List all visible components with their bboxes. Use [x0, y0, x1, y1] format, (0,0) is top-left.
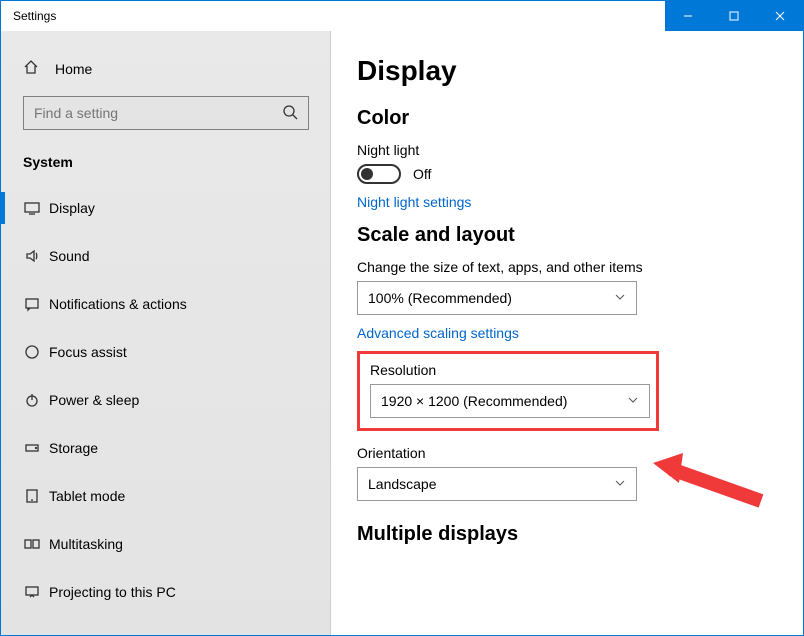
night-light-toggle[interactable]	[357, 164, 401, 184]
resolution-dropdown[interactable]: 1920 × 1200 (Recommended)	[370, 384, 650, 418]
resolution-value: 1920 × 1200 (Recommended)	[381, 393, 567, 409]
orientation-value: Landscape	[368, 476, 437, 492]
night-light-label: Night light	[357, 142, 783, 158]
section-multiple: Multiple displays	[357, 523, 783, 546]
sidebar-home[interactable]: Home	[1, 49, 331, 96]
scale-label: Change the size of text, apps, and other…	[357, 259, 783, 275]
orientation-dropdown[interactable]: Landscape	[357, 467, 637, 501]
sidebar-item-tablet-mode[interactable]: Tablet mode	[1, 472, 331, 520]
resolution-highlight: Resolution 1920 × 1200 (Recommended)	[357, 351, 659, 431]
minimize-icon	[683, 11, 693, 21]
night-light-state: Off	[413, 166, 431, 182]
sidebar-item-storage[interactable]: Storage	[1, 424, 331, 472]
sidebar-item-label: Multitasking	[49, 536, 123, 552]
sidebar-item-label: Display	[49, 200, 95, 216]
night-light-settings-link[interactable]: Night light settings	[357, 194, 783, 210]
section-scale: Scale and layout	[357, 224, 783, 247]
power-icon	[23, 392, 41, 408]
storage-icon	[23, 440, 41, 456]
notifications-icon	[23, 296, 41, 312]
chevron-down-icon	[627, 393, 639, 409]
window-title: Settings	[1, 9, 665, 23]
sidebar-item-power-sleep[interactable]: Power & sleep	[1, 376, 331, 424]
sidebar-item-label: Storage	[49, 440, 98, 456]
sidebar-item-focus-assist[interactable]: Focus assist	[1, 328, 331, 376]
page-title: Display	[357, 55, 783, 87]
home-icon	[23, 59, 39, 78]
sidebar-item-label: Notifications & actions	[49, 296, 187, 312]
minimize-button[interactable]	[665, 1, 711, 31]
maximize-button[interactable]	[711, 1, 757, 31]
search-input[interactable]	[34, 105, 282, 121]
sidebar-item-projecting[interactable]: Projecting to this PC	[1, 568, 331, 616]
sidebar-item-label: Sound	[49, 248, 89, 264]
tablet-icon	[23, 488, 41, 504]
sidebar: Home System Display Sound Notification	[1, 31, 331, 635]
scale-value: 100% (Recommended)	[368, 290, 512, 306]
section-color: Color	[357, 107, 783, 130]
focus-assist-icon	[23, 344, 41, 360]
sidebar-item-label: Power & sleep	[49, 392, 139, 408]
sidebar-item-display[interactable]: Display	[1, 184, 331, 232]
chevron-down-icon	[614, 290, 626, 306]
sound-icon	[23, 248, 41, 264]
resolution-label: Resolution	[370, 362, 646, 378]
scale-dropdown[interactable]: 100% (Recommended)	[357, 281, 637, 315]
chevron-down-icon	[614, 476, 626, 492]
multitasking-icon	[23, 536, 41, 552]
sidebar-nav: Display Sound Notifications & actions Fo…	[1, 184, 331, 616]
orientation-label: Orientation	[357, 445, 783, 461]
display-icon	[23, 200, 41, 216]
projecting-icon	[23, 584, 41, 600]
sidebar-item-label: Focus assist	[49, 344, 127, 360]
close-button[interactable]	[757, 1, 803, 31]
sidebar-item-label: Projecting to this PC	[49, 584, 176, 600]
search-box[interactable]	[23, 96, 309, 130]
sidebar-item-notifications[interactable]: Notifications & actions	[1, 280, 331, 328]
sidebar-section-label: System	[1, 148, 331, 184]
sidebar-item-multitasking[interactable]: Multitasking	[1, 520, 331, 568]
title-bar: Settings	[1, 1, 803, 31]
maximize-icon	[729, 11, 739, 21]
home-label: Home	[55, 61, 92, 77]
sidebar-item-label: Tablet mode	[49, 488, 125, 504]
content-pane: Display Color Night light Off Night ligh…	[331, 31, 803, 635]
search-icon	[282, 104, 298, 123]
close-icon	[775, 11, 785, 21]
advanced-scaling-link[interactable]: Advanced scaling settings	[357, 325, 783, 341]
sidebar-item-sound[interactable]: Sound	[1, 232, 331, 280]
window-controls	[665, 1, 803, 31]
